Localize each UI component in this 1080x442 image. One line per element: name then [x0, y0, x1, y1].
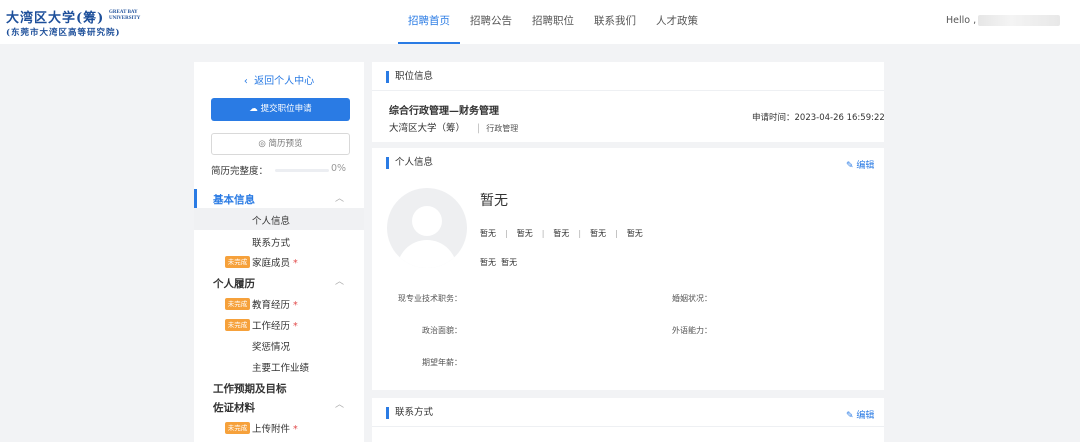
progress-value: 0%	[331, 163, 347, 174]
sidebar-item-education[interactable]: 教育经历 *	[252, 297, 298, 311]
person-info-row: 暂无 | 暂无 | 暂无 | 暂无 | 暂无	[480, 229, 643, 238]
field-marital-status: 婚姻状况：	[672, 294, 712, 303]
sidebar-item-awards[interactable]: 奖惩情况	[252, 339, 290, 353]
incomplete-badge: 未完成	[225, 422, 250, 434]
edit-contact-button[interactable]: ✎ 编辑	[846, 408, 874, 421]
resume-preview-button[interactable]: ◎ 简历预览	[211, 133, 350, 155]
university-logo[interactable]: 大湾区大学(筹) GREAT BAY UNIVERSITY (东莞市大湾区高等研究…	[6, 7, 146, 39]
job-info-card: 职位信息 综合行政管理—财务管理 大湾区大学（筹） | 行政管理 申请时间：2023…	[372, 62, 885, 142]
chevron-up-icon[interactable]: ︿	[335, 397, 344, 410]
divider	[372, 426, 884, 427]
field-political-status: 政治面貌：	[422, 326, 462, 335]
field-expected-salary: 期望年薪：	[422, 358, 462, 367]
chevron-left-icon: ‹	[243, 76, 248, 87]
divider	[372, 90, 884, 91]
sidebar-item-work[interactable]: 工作经历 *	[252, 318, 298, 332]
job-org: 大湾区大学（筹） | 行政管理	[389, 123, 519, 134]
section-materials[interactable]: 佐证材料	[213, 400, 255, 415]
nav-recruit-notice[interactable]: 招聘公告	[460, 0, 522, 44]
resume-sidebar: ‹ 返回个人中心 ☁ 提交职位申请 ◎ 简历预览 简历完整度： 0% 基本信息 …	[194, 62, 364, 442]
apply-time: 申请时间：2023-04-26 16:59:22	[752, 113, 885, 123]
cloud-upload-icon: ☁	[249, 104, 258, 114]
person-name: 暂无	[480, 193, 508, 209]
incomplete-badge: 未完成	[225, 319, 250, 331]
nav-contact-us[interactable]: 联系我们	[584, 0, 646, 44]
card-title: 联系方式	[386, 407, 433, 419]
back-to-center-link[interactable]: ‹ 返回个人中心	[194, 72, 364, 87]
section-basic-info[interactable]: 基本信息	[213, 192, 255, 207]
preview-icon: ◎	[258, 139, 266, 149]
nav-talent-policy[interactable]: 人才政策	[646, 0, 708, 44]
logo-english-name: GREAT BAY UNIVERSITY	[109, 10, 141, 21]
personal-info-card: 个人信息 ✎ 编辑 暂无 暂无 | 暂无 | 暂无 | 暂无 | 暂无 暂无 暂无 现专业技术职…	[372, 148, 884, 390]
edit-personal-button[interactable]: ✎ 编辑	[846, 158, 874, 171]
person-info-row-2: 暂无 暂无	[480, 258, 518, 267]
active-section-indicator	[194, 189, 197, 208]
edit-icon: ✎	[846, 411, 854, 421]
field-professional-title: 现专业技术职务：	[398, 294, 462, 303]
sidebar-item-upload[interactable]: 上传附件 *	[252, 421, 298, 435]
logo-subtitle: (东莞市大湾区高等研究院)	[6, 28, 121, 38]
avatar	[387, 188, 467, 268]
logo-chinese-name: 大湾区大学(筹)	[6, 11, 105, 26]
contact-card: 联系方式 ✎ 编辑	[372, 398, 884, 442]
card-title: 职位信息	[386, 71, 433, 83]
top-header: 大湾区大学(筹) GREAT BAY UNIVERSITY (东莞市大湾区高等研究…	[0, 0, 1080, 44]
sidebar-item-contact[interactable]: 联系方式	[252, 235, 290, 249]
section-goals[interactable]: 工作预期及目标	[213, 381, 287, 396]
incomplete-badge: 未完成	[225, 298, 250, 310]
greeting: Hello ,	[946, 15, 977, 26]
username-redacted[interactable]	[978, 15, 1060, 26]
incomplete-badge: 未完成	[225, 256, 250, 268]
field-language: 外语能力：	[672, 326, 712, 335]
nav-recruit-home[interactable]: 招聘首页	[398, 0, 460, 44]
job-title: 综合行政管理—财务管理	[389, 106, 499, 117]
progress-label: 简历完整度：	[211, 166, 269, 177]
resume-progress-bar	[275, 169, 329, 172]
section-resume[interactable]: 个人履历	[213, 276, 255, 291]
sidebar-item-achievements[interactable]: 主要工作业绩	[252, 360, 309, 374]
nav-recruit-positions[interactable]: 招聘职位	[522, 0, 584, 44]
sidebar-item-personal-info[interactable]: 个人信息	[252, 213, 290, 227]
sidebar-item-family[interactable]: 家庭成员 *	[252, 255, 298, 269]
card-title: 个人信息	[386, 157, 433, 169]
main-nav: 招聘首页 招聘公告 招聘职位 联系我们 人才政策	[398, 0, 708, 44]
chevron-up-icon[interactable]: ︿	[335, 191, 344, 204]
edit-icon: ✎	[846, 161, 854, 171]
chevron-up-icon[interactable]: ︿	[335, 274, 344, 287]
submit-application-button[interactable]: ☁ 提交职位申请	[211, 98, 350, 121]
